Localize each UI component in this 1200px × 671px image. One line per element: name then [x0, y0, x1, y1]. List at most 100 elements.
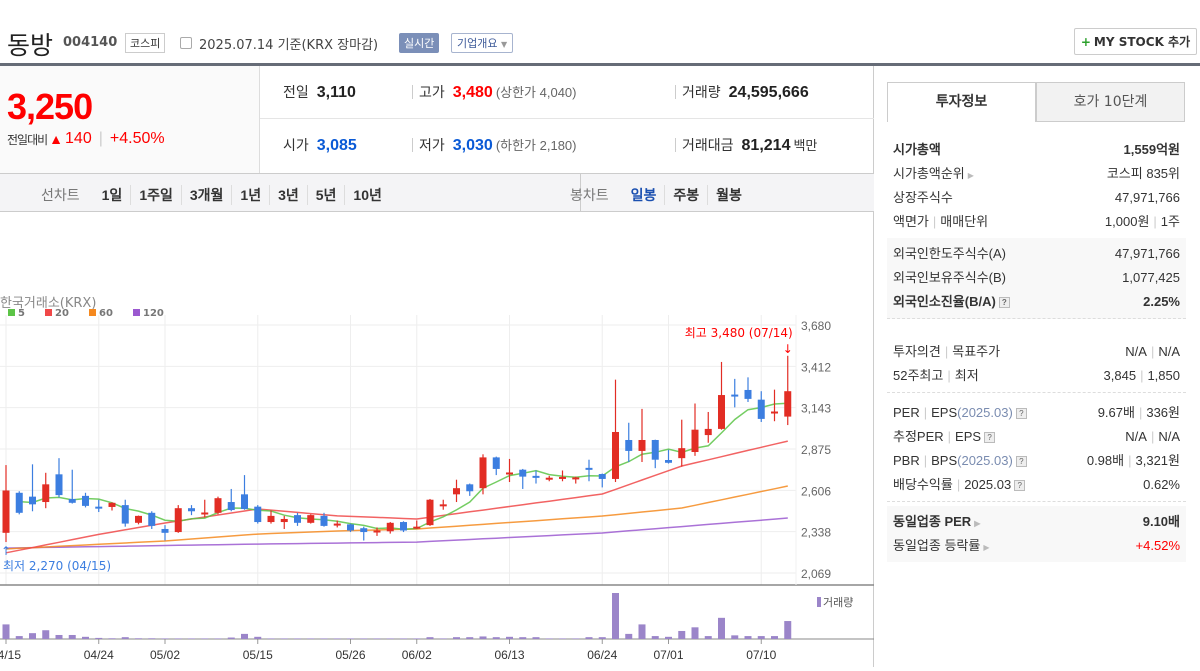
volume-bar: [95, 637, 103, 639]
period-1년[interactable]: 1년: [231, 185, 269, 205]
volume-bar: [479, 636, 487, 639]
volume-bar: [267, 638, 275, 639]
info-row: 시가총액순위 ▶ 코스피 835위: [893, 162, 1180, 186]
line-chart-periods: 선차트 1일 1주일 3개월 1년 3년 5년 10년: [41, 185, 390, 205]
caret-right-icon[interactable]: ▶: [983, 543, 989, 552]
volume-bar: [625, 633, 633, 639]
volume-bar: [731, 635, 739, 639]
company-overview-dropdown[interactable]: 기업개요 ▼: [451, 33, 514, 53]
x-tick-label: 05/15: [243, 648, 273, 662]
value-2: 336원: [1146, 405, 1180, 420]
info-section-sec1: 시가총액 1,559억원 시가총액순위 ▶ 코스피 835위 상장주식수 47,971,76…: [887, 134, 1186, 239]
candle-up: [386, 522, 394, 532]
period-3개월[interactable]: 3개월: [180, 185, 232, 205]
volume-bar: [2, 624, 10, 639]
candle-period-월봉[interactable]: 월봉: [707, 185, 750, 205]
candle-chart-label: 봉차트: [570, 187, 609, 203]
volume-bar: [492, 637, 500, 639]
candle-up: [771, 411, 778, 414]
help-icon[interactable]: ?: [1015, 408, 1027, 420]
info-row: 동일업종 등락률 ▶ +4.52%: [893, 534, 1180, 558]
ma20-line: [5, 440, 788, 554]
label: PBR: [893, 453, 920, 468]
label: 상장주식수: [893, 190, 953, 205]
volume-bar: [718, 617, 725, 639]
tab-invest-info[interactable]: 투자정보: [887, 82, 1036, 122]
y-tick-label: 2,606: [801, 484, 831, 498]
period-1일[interactable]: 1일: [94, 185, 131, 205]
candle-chart-periods: 봉차트 일봉 주봉 월봉: [570, 185, 750, 205]
candle-up: [704, 428, 712, 436]
volume-bar: [545, 638, 553, 639]
period-5년[interactable]: 5년: [306, 185, 345, 205]
info-row: 배당수익률 | 2025.03? 0.62%: [893, 473, 1180, 497]
candle-up: [267, 515, 275, 523]
chart-svg[interactable]: 3,680 3,412 3,143 2,875 2,606 2,338 2,069 04/15…: [0, 212, 874, 667]
period-3년[interactable]: 3년: [269, 185, 307, 205]
divider: |: [1150, 429, 1155, 444]
label: 거래량: [682, 84, 721, 100]
realtime-button[interactable]: 실시간: [399, 33, 440, 53]
candle-down: [95, 506, 103, 509]
period-10년[interactable]: 10년: [344, 185, 389, 205]
help-icon[interactable]: ?: [1014, 480, 1026, 492]
volume-bar: [254, 636, 262, 639]
info-label: PER | EPS(2025.03)?: [893, 401, 1027, 425]
info-row: 외국인소진율(B/A)? 2.25%: [893, 290, 1180, 314]
caret-right-icon[interactable]: ▶: [968, 171, 974, 180]
volume-bar: [108, 638, 116, 639]
year: (2025.03): [957, 453, 1013, 468]
volume-bar: [15, 636, 23, 639]
volume-bar: [559, 638, 566, 639]
label-2: 2025.03: [964, 477, 1012, 492]
arrow-down-icon: ↓: [783, 342, 793, 356]
stock-chart[interactable]: 3,680 3,412 3,143 2,875 2,606 2,338 2,069 04/15…: [0, 212, 874, 667]
candle-period-일봉[interactable]: 일봉: [623, 185, 665, 205]
info-value: 2.25%: [1143, 290, 1180, 314]
period-1주일[interactable]: 1주일: [130, 185, 181, 205]
divider: |: [1128, 453, 1132, 468]
volume-bar: [307, 638, 315, 639]
volume-bar: [506, 636, 513, 639]
help-icon[interactable]: ?: [1015, 456, 1027, 468]
volume-bar: [148, 638, 156, 639]
calendar-clock-icon: [180, 37, 192, 49]
value-2: 1,850: [1147, 368, 1180, 383]
info-row: 추정PER | EPS? N/A | N/A: [893, 425, 1180, 449]
label: PER: [893, 405, 920, 420]
volume-bar: [227, 637, 235, 639]
value: 81,214: [741, 137, 791, 154]
caret-right-icon[interactable]: ▶: [974, 519, 980, 528]
candle-up: [691, 429, 699, 453]
low-price: 저가 3,030 (하한가 2,180): [412, 135, 577, 155]
divider: |: [1138, 405, 1143, 420]
info-label: 추정PER | EPS?: [893, 425, 996, 449]
candle-down: [625, 439, 633, 451]
value: 47,971,766: [1114, 190, 1180, 205]
company-overview-label: 기업개요: [457, 37, 498, 50]
candle-down: [188, 508, 195, 512]
tab-order-book[interactable]: 호가 10단계: [1036, 82, 1185, 122]
info-value: 47,971,766: [1115, 242, 1180, 266]
candle-down: [585, 467, 593, 470]
chart-source: 한국거래소(KRX): [0, 296, 96, 311]
info-value: 0.62%: [1143, 473, 1180, 497]
volume-bar: [135, 638, 142, 639]
value-2: N/A: [1158, 429, 1180, 444]
help-icon[interactable]: ?: [984, 432, 996, 444]
candle-up: [214, 498, 222, 513]
info-label: PBR | BPS(2025.03)?: [893, 449, 1027, 473]
volume-bar: [201, 638, 209, 639]
candle-down: [161, 528, 169, 533]
info-value: 1,000원 | 1주: [1105, 210, 1180, 234]
volume-bar: [82, 636, 89, 639]
value: N/A: [1125, 429, 1147, 444]
invest-info-panel: 투자정보 호가 10단계 시가총액 1,559억원 시가총액순위 ▶ 코스피 835위 상…: [875, 66, 1200, 667]
volume-bar: [68, 634, 76, 639]
add-mystock-button[interactable]: + MY STOCK 추가: [1074, 28, 1197, 55]
help-icon[interactable]: ?: [998, 297, 1010, 309]
volume-bar: [665, 636, 672, 639]
candle-period-주봉[interactable]: 주봉: [664, 185, 707, 205]
volume-bar: [121, 637, 129, 639]
label: 저가: [419, 137, 445, 153]
